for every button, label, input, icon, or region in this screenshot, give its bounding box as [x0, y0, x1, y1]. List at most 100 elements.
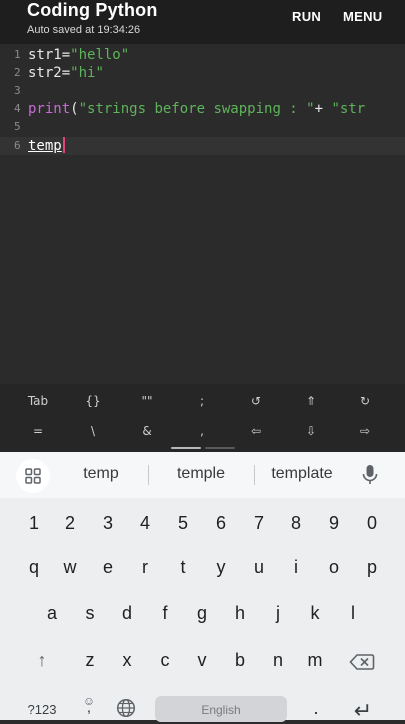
tab-key[interactable]: Tab: [18, 394, 58, 408]
string-literal: "str: [331, 101, 366, 117]
shift-icon[interactable]: ↑: [27, 650, 57, 671]
enter-icon[interactable]: ↵: [348, 698, 378, 724]
key-n[interactable]: n: [263, 650, 293, 671]
key-4[interactable]: 4: [130, 513, 160, 534]
key-k[interactable]: k: [300, 603, 330, 624]
suggestion-3[interactable]: template: [262, 465, 342, 483]
suggestion-1[interactable]: temp: [66, 465, 136, 483]
key-r[interactable]: r: [130, 557, 160, 578]
line-number: 5: [14, 120, 21, 133]
page-indicator-active: [171, 447, 201, 449]
key-f[interactable]: f: [150, 603, 180, 624]
autosave-status: Auto saved at 19:34:26: [27, 24, 141, 36]
key-p[interactable]: p: [357, 557, 387, 578]
microphone-icon[interactable]: [361, 464, 379, 486]
key-3[interactable]: 3: [93, 513, 123, 534]
key-s[interactable]: s: [75, 603, 105, 624]
key-z[interactable]: z: [75, 650, 105, 671]
app-header: Coding Python Auto saved at 19:34:26 RUN…: [0, 0, 405, 44]
arrow-up-icon[interactable]: ⇑: [291, 394, 331, 408]
braces-key[interactable]: {}: [73, 394, 113, 408]
string-literal: "strings before swapping : ": [78, 101, 315, 117]
key-0[interactable]: 0: [357, 513, 387, 534]
code-line-4[interactable]: 4 print("strings before swapping : "+ "s…: [0, 100, 405, 118]
ampersand-key[interactable]: &: [127, 424, 167, 438]
run-button[interactable]: RUN: [292, 9, 321, 24]
period-key[interactable]: .: [301, 698, 331, 719]
code-line-6[interactable]: 6 temp: [0, 137, 405, 155]
key-a[interactable]: a: [37, 603, 67, 624]
line-number: 2: [14, 66, 21, 79]
comma-key[interactable]: ,: [76, 699, 102, 715]
line-number: 4: [14, 102, 21, 115]
line-number: 1: [14, 48, 21, 61]
key-t[interactable]: t: [168, 557, 198, 578]
key-6[interactable]: 6: [206, 513, 236, 534]
key-8[interactable]: 8: [281, 513, 311, 534]
code-token: +: [314, 101, 332, 117]
code-token: str2=: [28, 65, 71, 81]
key-h[interactable]: h: [225, 603, 255, 624]
key-g[interactable]: g: [187, 603, 217, 624]
key-m[interactable]: m: [300, 650, 330, 671]
key-2[interactable]: 2: [55, 513, 85, 534]
key-9[interactable]: 9: [319, 513, 349, 534]
key-7[interactable]: 7: [244, 513, 274, 534]
arrow-down-icon[interactable]: ⇩: [291, 424, 331, 438]
key-q[interactable]: q: [19, 557, 49, 578]
key-d[interactable]: d: [112, 603, 142, 624]
suggestion-bar: temp temple template: [0, 452, 405, 498]
space-bar-label: English: [201, 703, 241, 717]
soft-keyboard: temp temple template 1 2 3 4 5 6 7 8 9 0…: [0, 452, 405, 723]
key-e[interactable]: e: [93, 557, 123, 578]
string-literal: "hello": [70, 47, 130, 63]
code-token: (: [70, 101, 79, 117]
backspace-icon[interactable]: [349, 653, 375, 671]
key-i[interactable]: i: [281, 557, 311, 578]
app-title: Coding Python: [27, 0, 158, 20]
code-editor[interactable]: 1 str1="hello" 2 str2="hi" 3 4 print("st…: [0, 44, 405, 384]
key-y[interactable]: y: [206, 557, 236, 578]
suggestion-divider: [254, 465, 255, 485]
suggestion-2[interactable]: temple: [160, 465, 242, 483]
line-number: 3: [14, 84, 21, 97]
function-name: print: [28, 101, 71, 117]
code-line-5[interactable]: 5: [0, 118, 405, 136]
key-o[interactable]: o: [319, 557, 349, 578]
code-line-1[interactable]: 1 str1="hello": [0, 46, 405, 64]
arrow-left-icon[interactable]: ⇦: [236, 424, 276, 438]
arrow-right-icon[interactable]: ⇨: [345, 424, 385, 438]
key-5[interactable]: 5: [168, 513, 198, 534]
equals-key[interactable]: =: [18, 424, 58, 438]
apps-grid-button[interactable]: [16, 459, 50, 493]
comma-key[interactable]: ,: [182, 424, 222, 438]
menu-button[interactable]: MENU: [343, 9, 382, 24]
key-x[interactable]: x: [112, 650, 142, 671]
semicolon-key[interactable]: ;: [182, 394, 222, 408]
globe-icon[interactable]: [116, 698, 136, 718]
key-v[interactable]: v: [187, 650, 217, 671]
key-u[interactable]: u: [244, 557, 274, 578]
undo-icon[interactable]: ↺: [236, 394, 276, 408]
backslash-key[interactable]: \: [73, 424, 113, 438]
key-w[interactable]: w: [55, 557, 85, 578]
key-b[interactable]: b: [225, 650, 255, 671]
key-j[interactable]: j: [263, 603, 293, 624]
symbols-key[interactable]: ?123: [22, 702, 62, 717]
redo-icon[interactable]: ↻: [345, 394, 385, 408]
line-number: 6: [14, 139, 21, 152]
grid-icon: [25, 468, 41, 484]
composing-word: temp: [28, 138, 62, 154]
code-line-2[interactable]: 2 str2="hi": [0, 64, 405, 82]
key-c[interactable]: c: [150, 650, 180, 671]
page-indicator: [205, 447, 235, 449]
key-1[interactable]: 1: [19, 513, 49, 534]
quotes-key[interactable]: "": [127, 394, 167, 408]
key-l[interactable]: l: [338, 603, 368, 624]
suggestion-divider: [148, 465, 149, 485]
code-token: str1=: [28, 47, 71, 63]
symbol-bar: Tab {} "" ; ↺ ⇑ ↻ = \ & , ⇦ ⇩ ⇨: [0, 384, 405, 452]
text-cursor: [62, 137, 65, 153]
string-literal: "hi": [70, 65, 104, 81]
code-line-3[interactable]: 3: [0, 82, 405, 100]
